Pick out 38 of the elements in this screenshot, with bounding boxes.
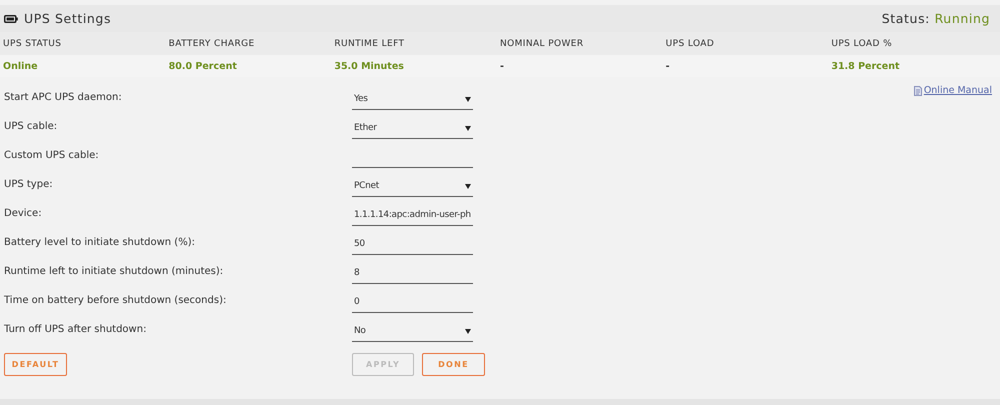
column-header: RUNTIME LEFT (334, 38, 406, 48)
online-manual-link[interactable]: Online Manual (924, 85, 992, 96)
status-text: Status: Running (882, 11, 990, 26)
dropdown[interactable]: Yes (352, 90, 473, 110)
table-cell-text: - (500, 60, 505, 72)
column-header: BATTERY CHARGE (168, 38, 256, 48)
input-field[interactable]: 50 (352, 234, 473, 254)
field-label: Runtime left to initiate shutdown (minutes): (4, 266, 224, 277)
table-cell-text: 31.8 Percent (831, 60, 901, 72)
input-field[interactable]: 1.1.1.14:apc:admin-user-ph (352, 206, 473, 226)
panel-title: UPS Settings (24, 11, 112, 26)
document-icon (914, 86, 922, 96)
field-label: UPS cable: (4, 121, 58, 132)
dropdown[interactable]: No (352, 322, 473, 342)
caret-icon (465, 126, 471, 130)
input-field[interactable]: 0 (352, 292, 473, 312)
field-label: Start APC UPS daemon: (4, 92, 123, 103)
column-header: UPS STATUS (3, 38, 62, 48)
dropdown[interactable]: Ether (352, 118, 473, 138)
field-label: Time on battery before shutdown (seconds): (4, 295, 228, 306)
table-cell-text: - (666, 60, 671, 72)
field-label: Turn off UPS after shutdown: (4, 324, 148, 335)
table-cell-text: 80.0 Percent (168, 60, 238, 72)
table-cell-text: 35.0 Minutes (334, 60, 405, 72)
battery-icon (4, 14, 18, 22)
column-header: UPS LOAD % (831, 38, 894, 48)
caret-icon (465, 184, 471, 188)
column-header: NOMINAL POWER (500, 38, 585, 48)
field-label: Device: (4, 208, 43, 219)
column-header: UPS LOAD (666, 38, 716, 48)
field-label: UPS type: (4, 179, 54, 190)
table-cell-text: Online (3, 60, 39, 72)
dropdown[interactable]: PCnet (352, 176, 473, 196)
input-field[interactable]: 8 (352, 264, 473, 284)
field-label: Custom UPS cable: (4, 150, 100, 161)
field-label: Battery level to initiate shutdown (%): (4, 237, 196, 248)
caret-icon (465, 328, 471, 334)
caret-icon (465, 96, 471, 102)
